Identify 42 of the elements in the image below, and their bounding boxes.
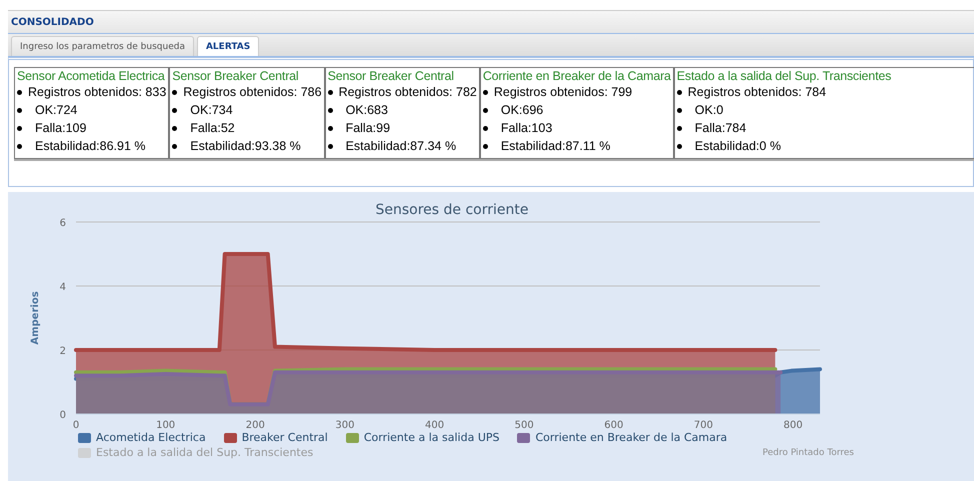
- stat-text: Estabilidad:87.11 %: [500, 138, 610, 155]
- chart-title: Sensores de corriente: [376, 202, 528, 218]
- card-title: Sensor Breaker Central: [328, 69, 455, 83]
- stat-text: Falla:109: [35, 120, 86, 137]
- card-title: Sensor Breaker Central: [172, 69, 300, 83]
- x-tick-label: 100: [156, 420, 176, 430]
- x-tick-label: 500: [514, 420, 534, 430]
- stat-text: OK:683: [346, 102, 388, 119]
- card-title: Sensor Acometida Electrica: [17, 69, 166, 83]
- x-tick-label: 200: [246, 420, 265, 430]
- x-tick-label: 700: [694, 420, 714, 430]
- chart-credit: Pedro Pintado Torres: [762, 448, 855, 458]
- stat-text: Registros obtenidos: 786: [183, 84, 322, 101]
- y-tick-label: 0: [60, 410, 66, 421]
- y-tick-label: 2: [60, 346, 66, 357]
- y-axis-label: Amperios: [30, 291, 41, 345]
- panel-title: CONSOLIDADO: [11, 16, 94, 28]
- x-tick-label: 400: [425, 420, 444, 430]
- stat-text: Falla:784: [694, 120, 746, 137]
- stat-text: Estabilidad:87.34 %: [346, 138, 456, 155]
- stat-text: Falla:99: [346, 120, 390, 137]
- card-title: Estado a la salida del Sup. Transcientes: [676, 69, 892, 83]
- stat-text: OK:734: [190, 102, 233, 119]
- y-tick-label: 6: [60, 218, 66, 229]
- stat-text: Estabilidad:0 %: [694, 138, 781, 155]
- x-tick-label: 600: [604, 420, 624, 430]
- card-title: Corriente en Breaker de la Camara: [482, 69, 671, 83]
- stat-text: Estabilidad:93.38 %: [190, 138, 301, 155]
- stat-text: Registros obtenidos: 784: [688, 84, 826, 101]
- stat-text: Registros obtenidos: 799: [494, 84, 632, 101]
- y-tick-label: 4: [60, 282, 66, 293]
- stat-text: Estabilidad:86.91 %: [35, 138, 146, 155]
- stat-text: OK:0: [694, 102, 724, 119]
- stat-text: Falla:103: [500, 120, 552, 137]
- x-tick-label: 0: [72, 420, 80, 430]
- stat-text: OK:724: [35, 102, 78, 119]
- stat-text: Registros obtenidos: 833: [28, 84, 166, 101]
- stat-text: OK:696: [500, 102, 544, 119]
- stat-text: Registros obtenidos: 782: [338, 84, 477, 101]
- x-tick-label: 300: [335, 420, 354, 430]
- x-tick-label: 800: [784, 420, 803, 430]
- stat-text: Falla:52: [190, 120, 235, 137]
